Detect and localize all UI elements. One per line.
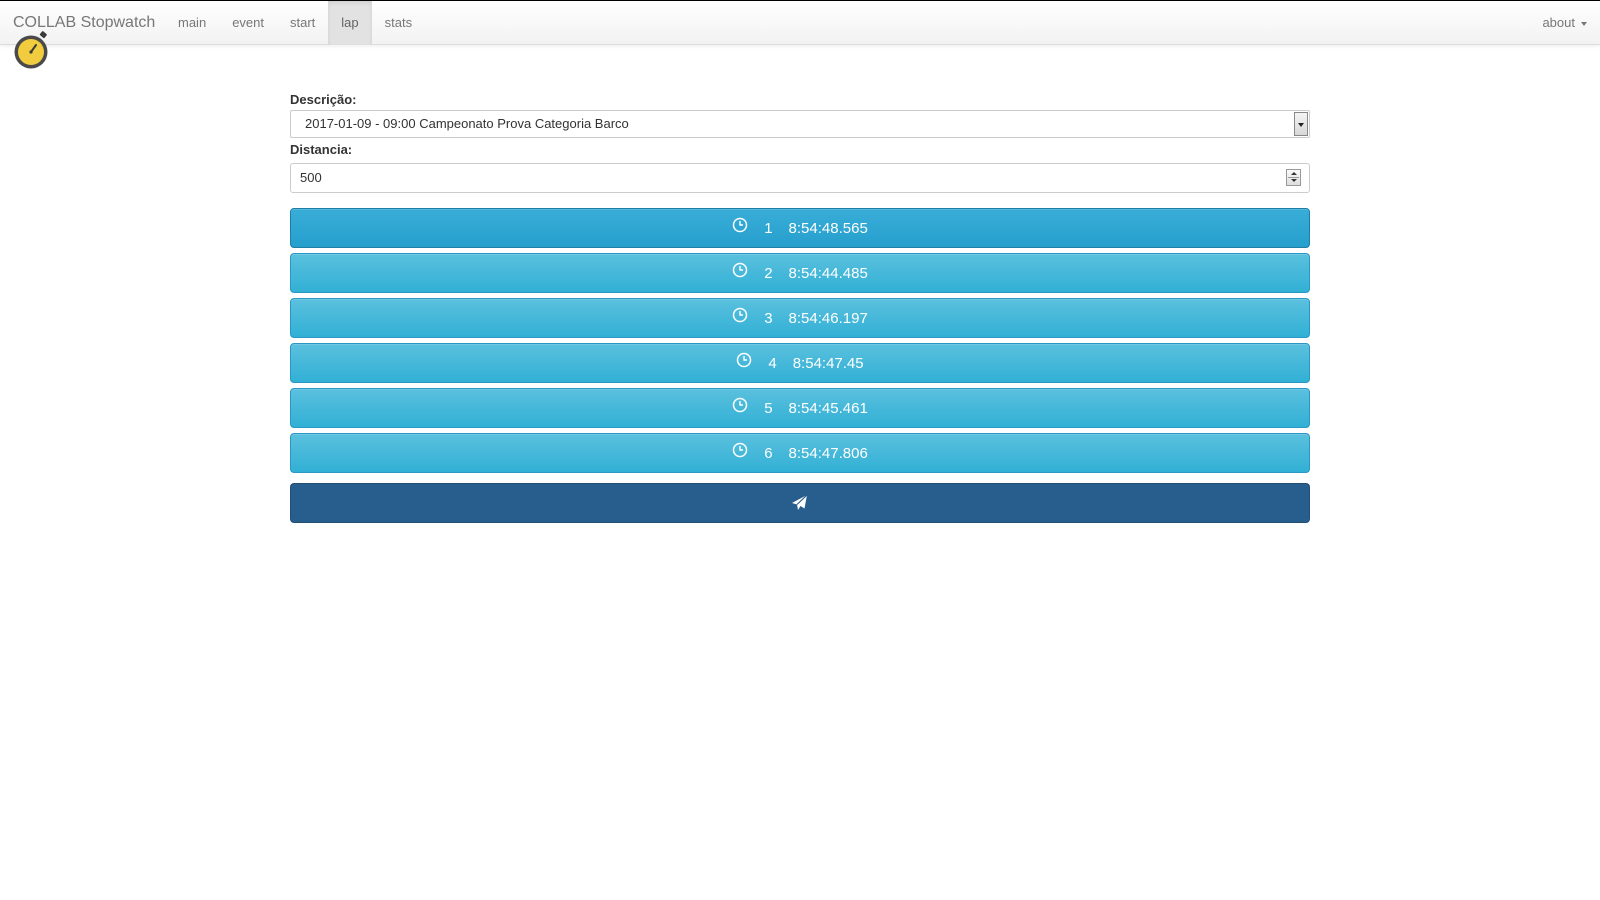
brand-title[interactable]: COLLAB Stopwatch <box>13 13 155 33</box>
lap-button[interactable]: 5 8:54:45.461 <box>290 388 1310 428</box>
clock-icon <box>732 262 748 278</box>
main-nav: main event start lap stats <box>165 1 425 45</box>
nav-item-event[interactable]: event <box>219 1 277 45</box>
lap-button[interactable]: 1 8:54:48.565 <box>290 208 1310 248</box>
clock-icon <box>732 442 748 458</box>
clock-icon <box>732 307 748 323</box>
description-selected-value: 2017-01-09 - 09:00 Campeonato Prova Cate… <box>305 116 629 131</box>
distance-label: Distancia: <box>290 142 353 157</box>
lap-button[interactable]: 3 8:54:46.197 <box>290 298 1310 338</box>
caret-down-icon <box>1581 21 1587 26</box>
lap-button[interactable]: 2 8:54:44.485 <box>290 253 1310 293</box>
lap-time: 8:54:46.197 <box>788 309 868 327</box>
lap-number: 2 <box>764 264 773 282</box>
lap-list: 1 8:54:48.565 2 8:54:44.485 3 8:54:46.19… <box>290 208 1310 473</box>
select-arrow-icon <box>1294 112 1308 136</box>
lap-number: 6 <box>764 444 773 462</box>
lap-time: 8:54:44.485 <box>788 264 868 282</box>
lap-number: 3 <box>764 309 773 327</box>
clock-icon <box>737 352 752 368</box>
lap-button[interactable]: 4 8:54:47.45 <box>290 343 1310 383</box>
send-button[interactable] <box>290 483 1310 523</box>
lap-button[interactable]: 6 8:54:47.806 <box>290 433 1310 473</box>
lap-form: Descrição: 2017-01-09 - 09:00 Campeonato… <box>290 90 1310 523</box>
lap-time: 8:54:47.45 <box>792 354 864 372</box>
nav-item-lap[interactable]: lap <box>328 1 372 45</box>
lap-time: 8:54:48.565 <box>788 219 868 237</box>
about-label: about <box>1542 15 1575 30</box>
nav-item-start[interactable]: start <box>277 1 328 45</box>
stopwatch-icon <box>14 31 48 69</box>
nav-item-stats[interactable]: stats <box>372 1 425 45</box>
navbar: COLLAB Stopwatch main event start lap st… <box>0 0 1600 45</box>
lap-time: 8:54:45.461 <box>788 399 868 417</box>
clock-icon <box>732 397 748 413</box>
about-dropdown[interactable]: about <box>1542 1 1587 45</box>
lap-number: 4 <box>768 354 777 372</box>
lap-time: 8:54:47.806 <box>788 444 868 462</box>
description-label: Descrição: <box>290 92 357 107</box>
number-spinner-icon[interactable] <box>1286 169 1301 186</box>
distance-value: 500 <box>300 170 322 185</box>
distance-input[interactable]: 500 <box>290 163 1310 193</box>
description-select[interactable]: 2017-01-09 - 09:00 Campeonato Prova Cate… <box>290 110 1310 138</box>
lap-number: 5 <box>764 399 773 417</box>
clock-icon <box>732 217 748 233</box>
lap-number: 1 <box>764 219 773 237</box>
send-icon <box>792 494 808 510</box>
nav-item-main[interactable]: main <box>165 1 219 45</box>
